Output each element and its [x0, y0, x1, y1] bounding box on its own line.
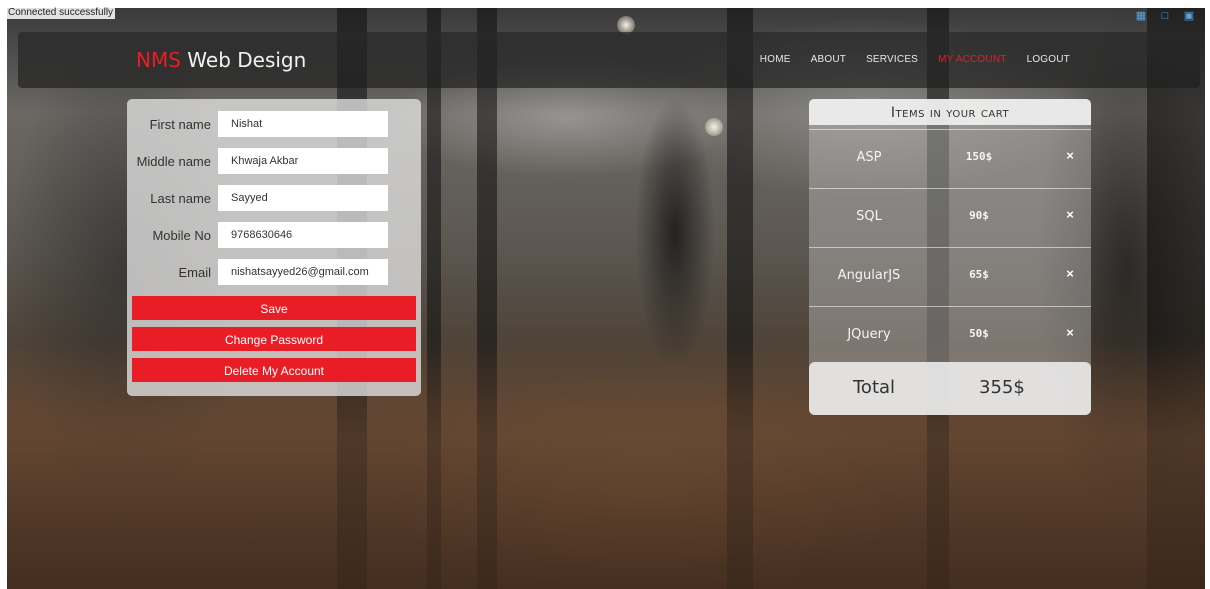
email-field[interactable] [218, 259, 388, 285]
change-password-button[interactable]: Change Password [132, 327, 416, 351]
nav-logout[interactable]: LOGOUT [1027, 54, 1070, 65]
cart-item-name: ASP [856, 150, 882, 165]
brand-accent: NMS [136, 48, 181, 72]
remove-item-icon[interactable]: × [1063, 326, 1077, 340]
remove-item-icon[interactable]: × [1063, 149, 1077, 163]
middle-name-row: Middle name [127, 146, 421, 176]
nav-about[interactable]: ABOUT [811, 54, 846, 65]
mobile-row: Mobile No [127, 220, 421, 250]
brand-name: Web Design [180, 48, 307, 72]
remove-item-icon[interactable]: × [1063, 267, 1077, 281]
cart-item: SQL 90$ × [809, 188, 1091, 247]
cart-item-price: 50$ [969, 327, 989, 340]
middle-name-label: Middle name [136, 154, 211, 169]
last-name-label: Last name [150, 191, 211, 206]
last-name-row: Last name [127, 183, 421, 213]
cart-total-value: 355$ [979, 377, 1025, 398]
header-navbar: NMS Web Design HOME ABOUT SERVICES MY AC… [18, 32, 1200, 88]
connection-status: Connected successfully [6, 7, 116, 19]
delete-account-button[interactable]: Delete My Account [132, 358, 416, 382]
save-button[interactable]: Save [132, 296, 416, 320]
cart-item: JQuery 50$ × [809, 306, 1091, 365]
first-name-row: First name [127, 109, 421, 139]
email-label: Email [178, 265, 211, 280]
display-icon[interactable]: ▣ [1182, 10, 1196, 22]
nav-services[interactable]: SERVICES [866, 54, 918, 65]
background-person [635, 98, 715, 368]
cart-item-name: SQL [856, 209, 882, 224]
cart-total-label: Total [853, 377, 896, 398]
system-tray: ▦ □ ▣ [1134, 10, 1196, 22]
nav-my-account[interactable]: MY ACCOUNT [938, 54, 1007, 65]
network-icon[interactable]: ▦ [1134, 10, 1148, 22]
window-icon[interactable]: □ [1158, 10, 1172, 22]
cart-item: ASP 150$ × [809, 129, 1091, 188]
email-row: Email [127, 257, 421, 287]
main-nav: HOME ABOUT SERVICES MY ACCOUNT LOGOUT [760, 54, 1070, 65]
cart-item-price: 90$ [969, 209, 989, 222]
cart-total: Total 355$ [809, 362, 1091, 415]
cart-item-price: 65$ [969, 268, 989, 281]
mobile-field[interactable] [218, 222, 388, 248]
cart-title: Items in your cart [809, 99, 1091, 125]
cart-panel: Items in your cart ASP 150$ × SQL 90$ × … [809, 99, 1091, 415]
cart-item-name: AngularJS [837, 268, 901, 283]
cart-item-name: JQuery [847, 327, 891, 342]
brand-logo[interactable]: NMS Web Design [136, 48, 306, 72]
mobile-label: Mobile No [152, 228, 211, 243]
account-form: First name Middle name Last name Mobile … [127, 99, 421, 396]
cart-item: AngularJS 65$ × [809, 247, 1091, 306]
first-name-field[interactable] [218, 111, 388, 137]
middle-name-field[interactable] [218, 148, 388, 174]
background-light [705, 118, 723, 136]
remove-item-icon[interactable]: × [1063, 208, 1077, 222]
nav-home[interactable]: HOME [760, 54, 791, 65]
last-name-field[interactable] [218, 185, 388, 211]
cart-item-price: 150$ [965, 150, 993, 163]
first-name-label: First name [149, 117, 211, 132]
